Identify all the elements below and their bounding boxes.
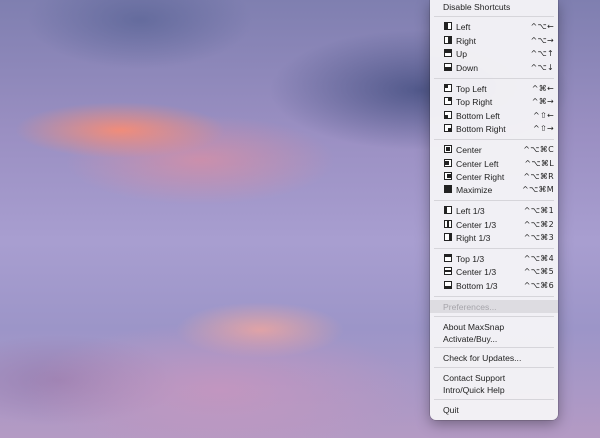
separator xyxy=(434,78,554,79)
preferences-item[interactable]: Preferences... xyxy=(430,300,558,313)
menu-item-up[interactable]: Up ^⌥↑ xyxy=(430,47,558,60)
menu-item-bottom-third[interactable]: Bottom 1/3 ^⌥⌘6 xyxy=(430,279,558,292)
menu-item-label: Maximize xyxy=(456,184,493,195)
separator xyxy=(434,16,554,17)
quit-item[interactable]: Quit xyxy=(430,403,558,416)
separator xyxy=(434,316,554,317)
menu-item-label: Bottom Right xyxy=(456,123,506,134)
separator xyxy=(434,347,554,348)
menu-item-label: Up xyxy=(456,48,467,59)
keyboard-shortcut: ^⌥⌘C xyxy=(523,145,554,154)
keyboard-shortcut: ^⌥⌘5 xyxy=(523,267,554,276)
menu-item-label: Right xyxy=(456,35,477,46)
keyboard-shortcut: ^⇧← xyxy=(532,111,554,120)
keyboard-shortcut: ^⌥⌘1 xyxy=(523,206,554,215)
menu-item-top-third[interactable]: Top 1/3 ^⌥⌘4 xyxy=(430,252,558,265)
menu-item-right-third[interactable]: Right 1/3 ^⌥⌘3 xyxy=(430,231,558,244)
maximize-icon xyxy=(444,185,452,193)
preferences-label: Preferences... xyxy=(443,301,497,312)
menu-item-label: Top Left xyxy=(456,83,487,94)
left-third-icon xyxy=(444,206,452,214)
menu-item-top-left[interactable]: Top Left ^⌘← xyxy=(430,82,558,95)
desktop-wallpaper: Disable Shortcuts Left ^⌥← Right ^⌥→ Up … xyxy=(0,0,600,438)
bottom-right-quarter-icon xyxy=(444,124,452,132)
check-updates-item[interactable]: Check for Updates... xyxy=(430,351,558,364)
keyboard-shortcut: ^⌥⌘6 xyxy=(523,281,554,290)
top-third-icon xyxy=(444,254,452,262)
menu-item-center-third[interactable]: Center 1/3 ^⌥⌘2 xyxy=(430,218,558,231)
right-third-icon xyxy=(444,233,452,241)
center-third-icon xyxy=(444,220,452,228)
center-right-icon xyxy=(444,172,452,180)
top-half-icon xyxy=(444,49,452,57)
menu-item-label: Bottom 1/3 xyxy=(456,280,498,291)
menu-item-label: Right 1/3 xyxy=(456,232,491,243)
menu-item-label: Center 1/3 xyxy=(456,266,497,277)
keyboard-shortcut: ^⌘→ xyxy=(531,97,554,106)
separator xyxy=(434,139,554,140)
keyboard-shortcut: ^⌥← xyxy=(530,22,554,31)
separator xyxy=(434,200,554,201)
keyboard-shortcut: ^⌥⌘3 xyxy=(523,233,554,242)
separator xyxy=(434,248,554,249)
menu-item-label: Bottom Left xyxy=(456,110,500,121)
check-updates-label: Check for Updates... xyxy=(443,352,522,363)
top-left-quarter-icon xyxy=(444,84,452,92)
keyboard-shortcut: ^⌘← xyxy=(531,84,554,93)
maxsnap-menu: Disable Shortcuts Left ^⌥← Right ^⌥→ Up … xyxy=(430,0,558,420)
menu-item-down[interactable]: Down ^⌥↓ xyxy=(430,61,558,74)
menu-item-left-third[interactable]: Left 1/3 ^⌥⌘1 xyxy=(430,204,558,217)
right-half-icon xyxy=(444,36,452,44)
intro-help-label: Intro/Quick Help xyxy=(443,384,505,395)
quit-label: Quit xyxy=(443,404,459,415)
menu-item-bottom-right[interactable]: Bottom Right ^⇧→ xyxy=(430,122,558,135)
keyboard-shortcut: ^⌥↑ xyxy=(530,49,554,58)
separator xyxy=(434,296,554,297)
keyboard-shortcut: ^⌥↓ xyxy=(530,63,554,72)
menu-item-left[interactable]: Left ^⌥← xyxy=(430,20,558,33)
keyboard-shortcut: ^⌥→ xyxy=(530,36,554,45)
disable-shortcuts-item[interactable]: Disable Shortcuts xyxy=(430,0,558,13)
menu-item-label: Center Right xyxy=(456,171,505,182)
keyboard-shortcut: ^⌥⌘2 xyxy=(523,220,554,229)
menu-item-label: Center xyxy=(456,144,482,155)
activate-buy-label: Activate/Buy... xyxy=(443,333,498,344)
menu-item-bottom-left[interactable]: Bottom Left ^⇧← xyxy=(430,109,558,122)
separator xyxy=(434,367,554,368)
bottom-third-icon xyxy=(444,281,452,289)
menu-item-right[interactable]: Right ^⌥→ xyxy=(430,34,558,47)
menu-item-label: Center Left xyxy=(456,158,499,169)
menu-item-maximize[interactable]: Maximize ^⌥⌘M xyxy=(430,183,558,196)
activate-buy-item[interactable]: Activate/Buy... xyxy=(430,332,558,345)
separator xyxy=(434,399,554,400)
intro-help-item[interactable]: Intro/Quick Help xyxy=(430,383,558,396)
menu-item-label: Down xyxy=(456,62,478,73)
disable-shortcuts-label: Disable Shortcuts xyxy=(443,1,511,12)
keyboard-shortcut: ^⌥⌘L xyxy=(524,159,554,168)
menu-item-top-right[interactable]: Top Right ^⌘→ xyxy=(430,95,558,108)
menu-item-label: Left 1/3 xyxy=(456,205,485,216)
bottom-left-quarter-icon xyxy=(444,111,452,119)
menu-item-middle-third[interactable]: Center 1/3 ^⌥⌘5 xyxy=(430,265,558,278)
bottom-half-icon xyxy=(444,63,452,71)
menu-item-label: Center 1/3 xyxy=(456,219,497,230)
left-half-icon xyxy=(444,22,452,30)
about-label: About MaxSnap xyxy=(443,321,505,332)
keyboard-shortcut: ^⌥⌘R xyxy=(523,172,554,181)
menu-item-center[interactable]: Center ^⌥⌘C xyxy=(430,143,558,156)
top-right-quarter-icon xyxy=(444,97,452,105)
menu-item-label: Left xyxy=(456,21,471,32)
center-icon xyxy=(444,145,452,153)
contact-support-label: Contact Support xyxy=(443,372,506,383)
keyboard-shortcut: ^⌥⌘4 xyxy=(523,254,554,263)
menu-item-label: Top Right xyxy=(456,96,493,107)
menu-item-label: Top 1/3 xyxy=(456,253,485,264)
menu-item-center-left[interactable]: Center Left ^⌥⌘L xyxy=(430,157,558,170)
center-left-icon xyxy=(444,159,452,167)
middle-third-icon xyxy=(444,267,452,275)
keyboard-shortcut: ^⇧→ xyxy=(532,124,554,133)
keyboard-shortcut: ^⌥⌘M xyxy=(521,185,554,194)
menu-item-center-right[interactable]: Center Right ^⌥⌘R xyxy=(430,170,558,183)
